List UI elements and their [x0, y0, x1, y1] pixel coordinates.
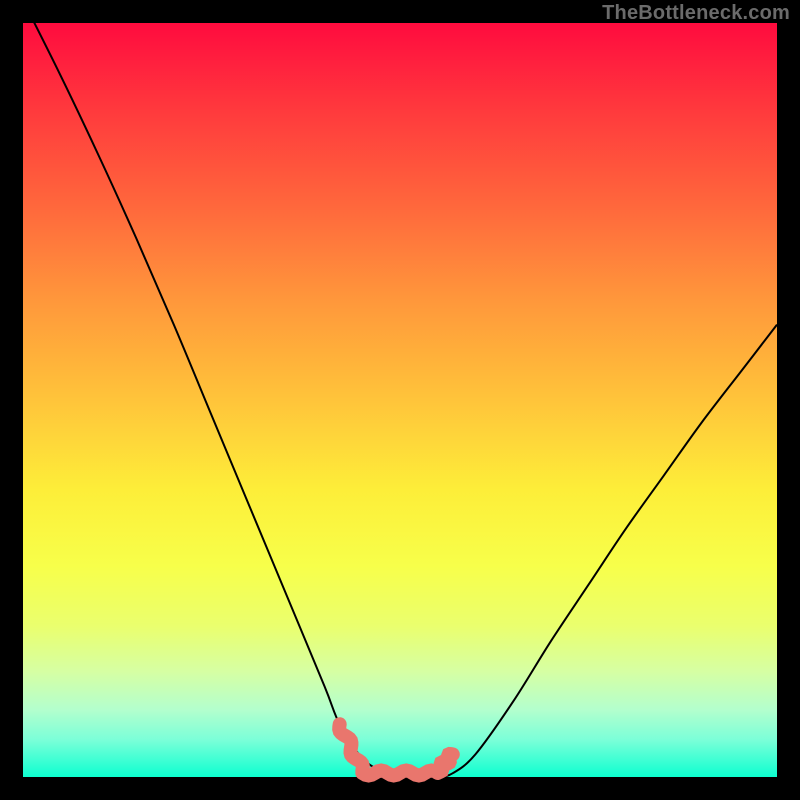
- highlight-left: [339, 724, 363, 771]
- highlight-bottom: [362, 771, 437, 776]
- highlight-group: [339, 724, 453, 775]
- bottleneck-curve-line: [23, 0, 777, 777]
- chart-frame: TheBottleneck.com: [0, 0, 800, 800]
- watermark-text: TheBottleneck.com: [602, 2, 790, 25]
- highlight-right: [438, 754, 453, 771]
- chart-svg: [23, 23, 777, 777]
- plot-area: [23, 23, 777, 777]
